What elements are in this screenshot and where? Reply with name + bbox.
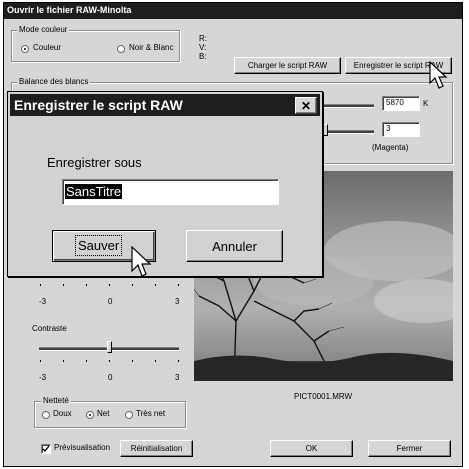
close-icon: ✕ (300, 98, 312, 113)
tick (63, 284, 64, 286)
tick (40, 360, 41, 362)
tint-label: (Magenta) (372, 143, 409, 152)
radio-doux-label: Doux (53, 409, 72, 418)
tick (155, 360, 156, 362)
tick (109, 360, 110, 362)
contrast-ticks (40, 360, 180, 363)
dialog-title: Enregistrer le script RAW (14, 97, 183, 113)
radio-couleur[interactable] (21, 45, 29, 53)
filename-input-value: SansTitre (65, 184, 123, 199)
white-balance-label: Balance des blancs (17, 77, 91, 86)
radio-noir-blanc-label: Noir & Blanc (129, 43, 174, 52)
filename-input[interactable]: SansTitre (62, 179, 279, 205)
tint-value: 3 (386, 124, 391, 133)
arrow-cursor-icon (429, 61, 448, 89)
save-script-dialog: Enregistrer le script RAW ✕ Enregistrer … (7, 91, 323, 277)
radio-couleur-label: Couleur (33, 43, 62, 52)
slider1-min: -3 (39, 297, 47, 306)
tick (132, 284, 133, 286)
contrast-label: Contraste (32, 324, 67, 333)
ok-button[interactable]: OK (270, 440, 353, 457)
temperature-slider-track[interactable] (322, 104, 374, 108)
dialog-save-label: Sauver (74, 235, 123, 256)
tint-field[interactable]: 3 (382, 122, 420, 137)
radio-tres-net-label: Très net (136, 409, 166, 418)
dialog-cancel-label: Annuler (212, 238, 257, 254)
tint-slider-thumb[interactable] (323, 124, 328, 136)
tick (86, 284, 87, 286)
temperature-field[interactable]: 5870 (382, 96, 420, 111)
load-script-button[interactable]: Charger le script RAW (234, 57, 341, 74)
radio-net-label: Net (97, 409, 110, 418)
main-title-bar: Ouvrir le fichier RAW-Minolta (4, 3, 462, 19)
preview-checkbox-label: Prévisualisation (54, 443, 111, 452)
contrast-slider-thumb[interactable] (107, 341, 112, 353)
radio-tres-net[interactable] (125, 411, 133, 419)
slider1-max: 3 (175, 297, 180, 306)
tint-slider-track[interactable] (322, 130, 374, 134)
tick (132, 360, 133, 362)
tick (63, 360, 64, 362)
b-label: B: (199, 52, 207, 61)
slider1-mid: 0 (108, 297, 113, 306)
main-title: Ouvrir le fichier RAW-Minolta (7, 5, 132, 15)
tick (40, 284, 41, 286)
radio-net[interactable] (86, 411, 94, 419)
temperature-unit: K (423, 99, 429, 108)
sharpness-label: Netteté (41, 396, 71, 405)
tick (86, 360, 87, 362)
tick (178, 360, 179, 362)
tick (109, 284, 110, 286)
contrast-mid: 0 (108, 373, 113, 382)
filename-label: PICT0001.MRW (294, 392, 353, 401)
tick (155, 284, 156, 286)
preview-checkbox[interactable] (41, 444, 51, 454)
dialog-close-button[interactable]: ✕ (295, 97, 317, 114)
dialog-cancel-button[interactable]: Annuler (186, 230, 283, 262)
reset-button[interactable]: Réinitialisation (120, 440, 193, 457)
r-label: R: (199, 34, 207, 43)
arrow-cursor-icon (131, 246, 152, 277)
contrast-min: -3 (39, 373, 47, 382)
radio-doux[interactable] (42, 411, 50, 419)
slider1-ticks (40, 284, 180, 287)
dialog-prompt: Enregistrer sous (47, 155, 142, 170)
close-button[interactable]: Fermer (368, 440, 451, 457)
radio-noir-blanc[interactable] (117, 45, 125, 53)
v-label: V: (199, 43, 207, 52)
temperature-value: 5870 (386, 98, 404, 107)
contrast-max: 3 (175, 373, 180, 382)
mode-couleur-label: Mode couleur (17, 25, 70, 34)
dialog-title-bar: Enregistrer le script RAW ✕ (10, 94, 320, 116)
tick (178, 284, 179, 286)
